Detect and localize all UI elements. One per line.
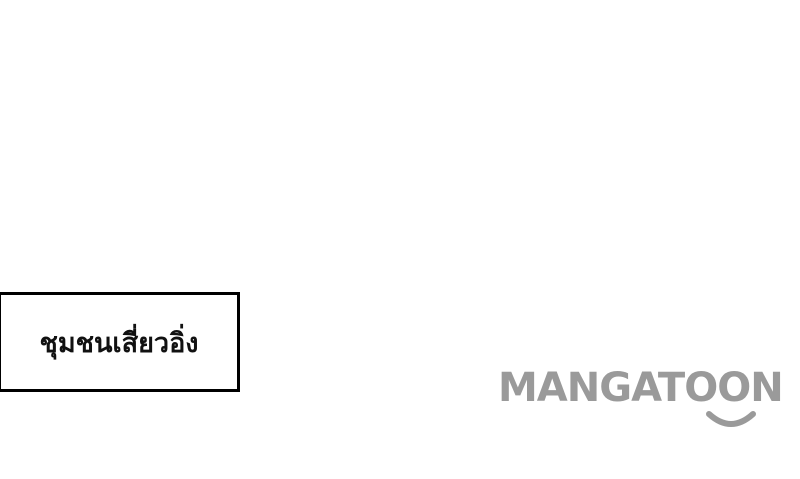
smile-icon <box>706 411 756 427</box>
watermark-logo-text: MANGATOON <box>498 365 784 411</box>
mangatoon-watermark: MANGATOON <box>498 360 800 430</box>
caption-box: ชุมชนเสี่ยวอิ่ง <box>0 292 240 392</box>
caption-text: ชุมชนเสี่ยวอิ่ง <box>39 327 199 359</box>
